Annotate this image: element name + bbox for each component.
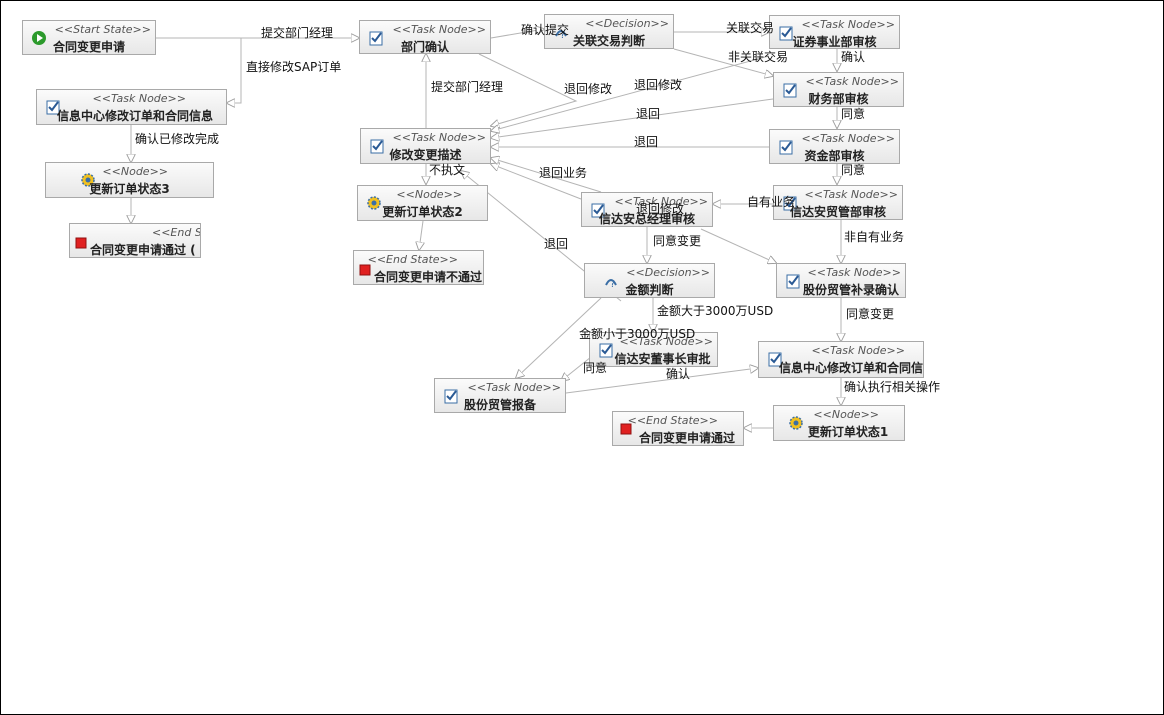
edge-label: 金额大于3000万USD <box>657 304 774 318</box>
edge-label: 金额小于3000万USD <box>579 327 696 341</box>
task-node-modify-description[interactable]: <<Task Node>> 修改变更描述 <box>360 128 491 164</box>
node-name: 信达安董事长审批 <box>614 352 711 366</box>
decision-node-amount[interactable]: ? <<Decision>> 金额判断 <box>584 263 715 298</box>
node-name: 信息中心修改订单和合同信息 <box>57 109 214 123</box>
end-node-approved-1[interactable]: <<End State>> 合同变更申请通过 <box>612 411 744 446</box>
edge-label: 退回修改 <box>634 78 683 92</box>
task-node-dept-confirm[interactable]: <<Task Node>> 部门确认 <box>359 20 491 54</box>
node-name: 股份贸管补录确认 <box>802 283 899 297</box>
edge-label: 自有业务 <box>747 195 796 209</box>
node-stereotype: <<End State>> <box>627 414 718 427</box>
node-name: 合同变更申请通过 <box>638 431 735 445</box>
task-node-finance-review[interactable]: <<Task Node>> 财务部审核 <box>773 72 904 107</box>
edge-label: 同意 <box>841 163 866 177</box>
edge-label: 同意变更 <box>846 307 895 321</box>
edge-label: 退回 <box>636 107 661 121</box>
edge-label: 确认执行相关操作 <box>844 380 941 394</box>
task-node-stock-trade-confirm[interactable]: <<Task Node>> 股份贸管补录确认 <box>776 263 906 298</box>
edge-label: 确认 <box>841 50 866 64</box>
node-name: 合同变更申请通过 ( <box>90 243 196 257</box>
edge-label: 直接修改SAP订单 <box>246 60 342 74</box>
edge-label: 关联交易 <box>726 21 775 35</box>
edge-label: 非关联交易 <box>728 50 789 64</box>
node-name: 更新订单状态1 <box>807 425 889 439</box>
node-update-order-1[interactable]: <<Node>> 更新订单状态1 <box>773 405 905 441</box>
edge-label: 退回 <box>544 237 569 251</box>
edge-label: 提交部门经理 <box>431 80 504 94</box>
node-name: 信息中心修改订单和合同信息 <box>779 361 924 375</box>
node-name: 修改变更描述 <box>389 148 462 162</box>
end-node-rejected[interactable]: <<End State>> 合同变更申请不通过 <box>353 250 484 285</box>
edge-upd2-to-end2 <box>419 220 423 250</box>
edge-label: 非自有业务 <box>844 230 905 244</box>
node-stereotype: <<Task Node>> <box>92 92 186 105</box>
edge-label: 退回业务 <box>539 166 588 180</box>
node-stereotype: <<Task Node>> <box>392 23 486 36</box>
node-stereotype: <<Task Node>> <box>801 18 895 31</box>
task-node-info-center-modify-2[interactable]: <<Task Node>> 信息中心修改订单和合同信息 <box>758 341 924 378</box>
workflow-canvas: <<Start State>> 合同变更申请 <<Task Node>> 部门确… <box>0 0 1164 715</box>
node-stereotype: <<Node>> <box>102 165 168 178</box>
task-node-securities-review[interactable]: <<Task Node>> 证券事业部审核 <box>769 15 900 49</box>
edge-label: 同意 <box>841 107 866 121</box>
node-name: 股份贸管报备 <box>463 398 536 412</box>
node-name: 金额判断 <box>625 283 674 297</box>
node-stereotype: <<End State>> <box>367 253 458 266</box>
node-update-order-3[interactable]: <<Node>> 更新订单状态3 <box>45 162 214 198</box>
task-node-stock-trade-report[interactable]: <<Task Node>> 股份贸管报备 <box>434 378 566 413</box>
edge-fin-to-mod <box>491 98 774 138</box>
node-name: 更新订单状态3 <box>89 182 170 196</box>
task-node-info-center-modify[interactable]: <<Task Node>> 信息中心修改订单和合同信息 <box>36 89 227 125</box>
node-stereotype: <<Task Node>> <box>801 132 895 145</box>
task-node-capital-review[interactable]: <<Task Node>> 资金部审核 <box>769 129 900 164</box>
node-stereotype: <<Node>> <box>396 188 462 201</box>
node-stereotype: <<Node>> <box>813 408 879 421</box>
node-name: 更新订单状态2 <box>382 205 463 219</box>
edge-label: 不执文 <box>429 163 466 177</box>
edge-label: 同意 <box>583 361 608 375</box>
edge-label: 确认提交 <box>521 23 570 37</box>
node-stereotype: <<Start State>> <box>54 23 151 36</box>
edge-label: 同意变更 <box>653 234 702 248</box>
node-stereotype: <<Task Node>> <box>807 266 901 279</box>
start-node[interactable]: <<Start State>> 合同变更申请 <box>22 20 156 55</box>
node-name: 合同变更申请不通过 <box>374 270 483 284</box>
node-stereotype: <<Task Node>> <box>805 75 899 88</box>
end-icon <box>74 236 90 252</box>
edge-gm-to-stk <box>700 228 776 263</box>
node-name: 证券事业部审核 <box>792 35 877 49</box>
edge-label: 提交部门经理 <box>261 26 334 40</box>
node-stereotype: <<Task Node>> <box>392 131 486 144</box>
node-stereotype: <<Decision>> <box>626 266 710 279</box>
node-stereotype: <<End State>> <box>152 226 200 239</box>
node-name: 部门确认 <box>400 40 449 54</box>
edge-label: 退回修改 <box>636 202 685 216</box>
node-name: 合同变更申请 <box>52 40 125 54</box>
node-update-order-2[interactable]: <<Node>> 更新订单状态2 <box>357 185 488 221</box>
node-stereotype: <<Task Node>> <box>467 381 561 394</box>
node-name: 资金部审核 <box>804 149 865 163</box>
edge-label: 退回修改 <box>564 82 613 96</box>
end-node-approved-3[interactable]: <<End State>> 合同变更申请通过 ( <box>69 223 201 258</box>
edge-label: 确认 <box>666 367 691 381</box>
node-name: 财务部审核 <box>808 92 869 106</box>
node-stereotype: <<Task Node>> <box>811 344 905 357</box>
edge-label: 确认已修改完成 <box>135 132 220 146</box>
edge-label: 退回 <box>634 135 659 149</box>
edge-sec-to-mod <box>491 55 770 131</box>
